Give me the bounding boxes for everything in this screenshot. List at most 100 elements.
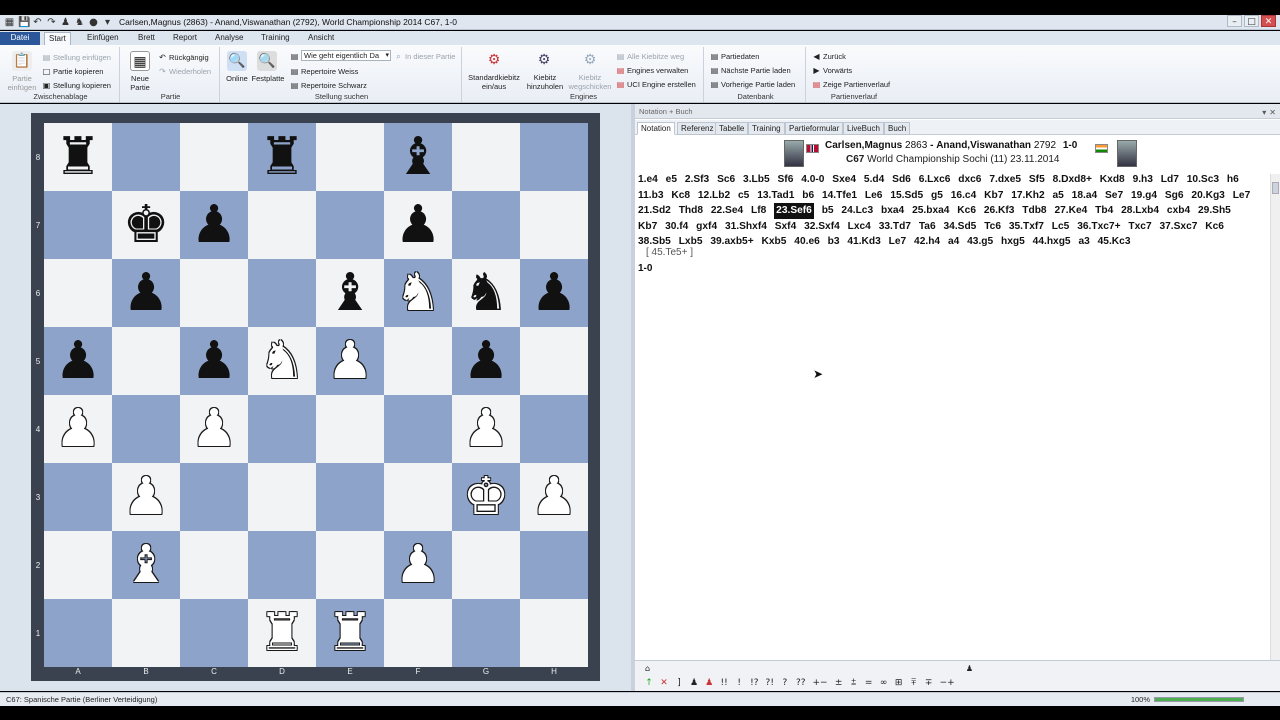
annotation-symbol[interactable]: ! bbox=[735, 678, 743, 688]
naechste-partie-button[interactable]: ▤ Nächste Partie laden bbox=[710, 66, 791, 75]
square-e6[interactable]: ♝ bbox=[316, 259, 384, 327]
square-e5[interactable]: ♟ bbox=[316, 327, 384, 395]
move[interactable]: 3.Lb5 bbox=[743, 172, 770, 188]
engines-verwalten-button[interactable]: ▤ Engines verwalten bbox=[616, 66, 689, 75]
square-d8[interactable]: ♜ bbox=[248, 123, 316, 191]
move[interactable]: b6 bbox=[802, 188, 814, 204]
square-f6[interactable]: ♞ bbox=[384, 259, 452, 327]
move[interactable]: 14.Tfe1 bbox=[822, 188, 857, 204]
black-king-icon[interactable]: ♚ bbox=[123, 199, 170, 251]
square-b3[interactable]: ♟ bbox=[112, 463, 180, 531]
black-rook-icon[interactable]: ♜ bbox=[259, 131, 306, 183]
kiebitz-wegschicken-button[interactable]: Kiebitz wegschicken bbox=[568, 73, 612, 91]
square-h6[interactable]: ♟ bbox=[520, 259, 588, 327]
move[interactable]: 4.0-0 bbox=[801, 172, 824, 188]
black-pawn-icon[interactable]: ♟ bbox=[55, 335, 102, 387]
square-f4[interactable] bbox=[384, 395, 452, 463]
move[interactable]: 6.Lxc6 bbox=[919, 172, 951, 188]
annotation-symbol[interactable]: ⩲ bbox=[850, 678, 858, 688]
move[interactable]: Kb7 bbox=[984, 188, 1003, 204]
square-a5[interactable]: ♟ bbox=[44, 327, 112, 395]
square-d1[interactable]: ♜ bbox=[248, 599, 316, 667]
move[interactable]: 12.Lb2 bbox=[698, 188, 730, 204]
move[interactable]: 7.dxe5 bbox=[989, 172, 1021, 188]
search-combo[interactable]: Wie geht eigentlich Da bbox=[301, 50, 391, 61]
square-g5[interactable]: ♟ bbox=[452, 327, 520, 395]
move[interactable]: Ld7 bbox=[1161, 172, 1179, 188]
move[interactable]: Le6 bbox=[865, 188, 883, 204]
tab-notation[interactable]: Notation bbox=[637, 122, 675, 135]
square-g3[interactable]: ♚ bbox=[452, 463, 520, 531]
repertoire-schwarz-button[interactable]: ▤ Repertoire Schwarz bbox=[290, 81, 367, 90]
move[interactable]: g5 bbox=[931, 188, 943, 204]
partie-einfuegen-button[interactable]: Partie einfügen bbox=[4, 74, 40, 92]
move[interactable]: Thd8 bbox=[679, 203, 703, 219]
move[interactable]: 19.g4 bbox=[1131, 188, 1157, 204]
tab-buch[interactable]: Buch bbox=[884, 122, 911, 135]
square-h8[interactable] bbox=[520, 123, 588, 191]
move[interactable]: 16.c4 bbox=[951, 188, 977, 204]
rueckgaengig-button[interactable]: ↶ Rückgängig bbox=[158, 53, 208, 62]
square-b1[interactable] bbox=[112, 599, 180, 667]
move[interactable]: 21.Sd2 bbox=[638, 203, 671, 219]
move[interactable]: a5 bbox=[1052, 188, 1063, 204]
move[interactable]: cxb4 bbox=[1167, 203, 1190, 219]
square-c5[interactable]: ♟ bbox=[180, 327, 248, 395]
move[interactable]: 28.Lxb4 bbox=[1121, 203, 1159, 219]
move[interactable]: 20.Kg3 bbox=[1191, 188, 1224, 204]
tab-training[interactable]: Training bbox=[257, 32, 294, 45]
move[interactable]: 35.Txf7 bbox=[1009, 219, 1044, 235]
neue-partie-button[interactable]: Neue Partie bbox=[122, 74, 158, 92]
square-d4[interactable] bbox=[248, 395, 316, 463]
move[interactable]: 37.Sxc7 bbox=[1159, 219, 1197, 235]
standardkiebitz-button[interactable]: Standardkiebitz ein/aus bbox=[466, 73, 522, 91]
white-pawn-icon[interactable]: ♟ bbox=[123, 471, 170, 523]
move[interactable]: Sf6 bbox=[778, 172, 794, 188]
move[interactable]: 18.a4 bbox=[1072, 188, 1098, 204]
panel-close-icon[interactable]: ✕ bbox=[1269, 105, 1276, 120]
move[interactable]: 10.Sc3 bbox=[1187, 172, 1219, 188]
white-bishop-icon[interactable]: ♝ bbox=[123, 539, 170, 591]
square-h2[interactable] bbox=[520, 531, 588, 599]
black-pawn-icon[interactable]: ♟ bbox=[123, 267, 170, 319]
wiederholen-button[interactable]: ↷ Wiederholen bbox=[158, 67, 211, 76]
white-knight-icon[interactable]: ♞ bbox=[395, 267, 442, 319]
square-b4[interactable] bbox=[112, 395, 180, 463]
annotation-symbol[interactable]: !! bbox=[720, 678, 728, 688]
move[interactable]: c5 bbox=[738, 188, 749, 204]
panel-menu-icon[interactable]: ▾ bbox=[1262, 105, 1266, 120]
alle-kiebitze-weg-button[interactable]: ▤ Alle Kiebitze weg bbox=[616, 52, 684, 61]
move[interactable]: Kc6 bbox=[957, 203, 976, 219]
square-e4[interactable] bbox=[316, 395, 384, 463]
quick-access-button-6[interactable]: ● bbox=[88, 17, 99, 28]
black-knight-icon[interactable]: ♞ bbox=[463, 267, 510, 319]
square-h5[interactable] bbox=[520, 327, 588, 395]
square-e1[interactable]: ♜ bbox=[316, 599, 384, 667]
move[interactable]: 44.hxg5 bbox=[1033, 234, 1071, 250]
kiebitz-hinzuholen-button[interactable]: Kiebitz hinzuholen bbox=[526, 73, 564, 91]
square-a4[interactable]: ♟ bbox=[44, 395, 112, 463]
move[interactable]: 25.bxa4 bbox=[912, 203, 949, 219]
move[interactable]: 22.Se4 bbox=[711, 203, 743, 219]
black-pawn-icon[interactable]: ♟ bbox=[395, 199, 442, 251]
move[interactable]: 43.g5 bbox=[967, 234, 993, 250]
square-g7[interactable] bbox=[452, 191, 520, 259]
square-b7[interactable]: ♚ bbox=[112, 191, 180, 259]
move[interactable]: 17.Kh2 bbox=[1011, 188, 1044, 204]
move[interactable]: Lf8 bbox=[751, 203, 766, 219]
white-pawn-icon[interactable]: ♟ bbox=[531, 471, 578, 523]
white-pawn-icon[interactable]: ♟ bbox=[55, 403, 102, 455]
white-rook-icon[interactable]: ♜ bbox=[259, 607, 306, 659]
white-rook-icon[interactable]: ♜ bbox=[327, 607, 374, 659]
move[interactable]: Se7 bbox=[1105, 188, 1123, 204]
square-a3[interactable] bbox=[44, 463, 112, 531]
move[interactable]: Tc6 bbox=[984, 219, 1001, 235]
white-pawn-icon[interactable]: ♟ bbox=[463, 403, 510, 455]
square-a2[interactable] bbox=[44, 531, 112, 599]
tab-tabelle[interactable]: Tabelle bbox=[715, 122, 749, 135]
white-pawn-icon[interactable]: ♟ bbox=[327, 335, 374, 387]
move[interactable]: 11.b3 bbox=[638, 188, 664, 204]
square-a1[interactable] bbox=[44, 599, 112, 667]
square-f1[interactable] bbox=[384, 599, 452, 667]
move[interactable]: 41.Kd3 bbox=[847, 234, 880, 250]
